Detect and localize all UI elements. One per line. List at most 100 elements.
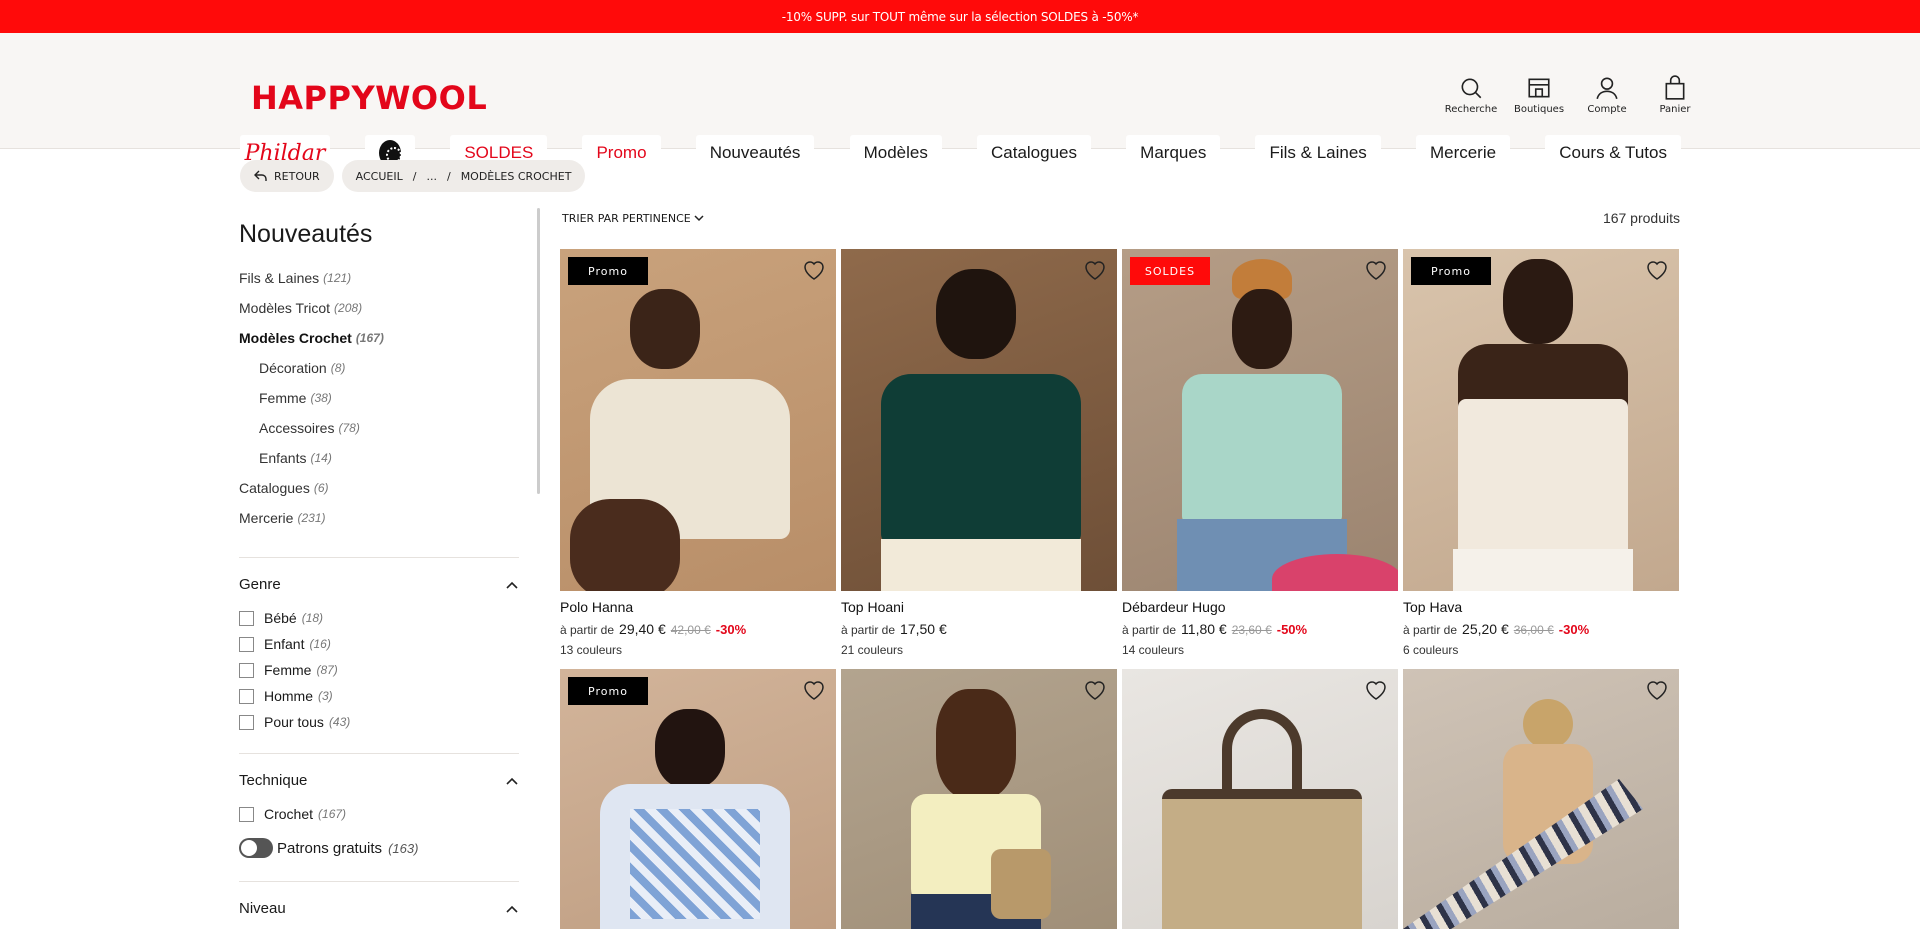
search-action[interactable]: Recherche xyxy=(1444,75,1498,115)
sort-dropdown[interactable]: TRIER PAR PERTINENCE xyxy=(562,210,704,226)
category-enfants[interactable]: Enfants (14) xyxy=(239,443,519,473)
category-modeles-crochet[interactable]: Modèles Crochet (167) xyxy=(239,323,519,353)
product-name[interactable]: Top Hoani xyxy=(841,599,1117,615)
sidebar-title: Nouveautés xyxy=(239,220,373,248)
heart-icon[interactable] xyxy=(1083,259,1107,281)
category-fils-laines[interactable]: Fils & Laines (121) xyxy=(239,263,519,293)
store-icon xyxy=(1528,78,1550,98)
heart-icon[interactable] xyxy=(1364,679,1388,701)
category-modeles-tricot[interactable]: Modèles Tricot (208) xyxy=(239,293,519,323)
filter-niveau-header[interactable]: Niveau xyxy=(239,900,519,917)
category-femme[interactable]: Femme (38) xyxy=(239,383,519,413)
product-card[interactable]: Promo Polo Hanna à partir de 29,40 €42,00… xyxy=(560,249,836,657)
product-card[interactable]: Promo xyxy=(560,669,836,929)
product-card[interactable] xyxy=(1122,669,1398,929)
filter-genre: Genre Bébé (18) Enfant (16) Femme (87) Homm… xyxy=(239,557,519,735)
product-colors: 13 couleurs xyxy=(560,643,623,657)
product-price: à partir de 17,50 € xyxy=(841,621,947,637)
product-colors: 21 couleurs xyxy=(841,643,904,657)
chevron-up-icon xyxy=(506,777,518,785)
breadcrumb-current: MODÈLES CROCHET xyxy=(460,169,572,183)
account-action[interactable]: Compte xyxy=(1582,75,1632,115)
category-accessoires[interactable]: Accessoires (78) xyxy=(239,413,519,443)
chevron-up-icon xyxy=(506,905,518,913)
breadcrumb-separator: / xyxy=(412,169,417,183)
filter-genre-header[interactable]: Genre xyxy=(239,576,519,593)
heart-icon[interactable] xyxy=(1645,679,1669,701)
nav-item-catalogues[interactable]: Catalogues xyxy=(977,135,1092,171)
heart-icon[interactable] xyxy=(1645,259,1669,281)
filter-technique-header[interactable]: Technique xyxy=(239,772,519,789)
search-label: Recherche xyxy=(1444,104,1498,115)
checkbox-pour-tous[interactable]: Pour tous (43) xyxy=(239,709,519,735)
breadcrumb-ellipsis[interactable]: ... xyxy=(426,170,437,183)
category-decoration[interactable]: Décoration (8) xyxy=(239,353,519,383)
product-image[interactable] xyxy=(841,249,1117,591)
chevron-up-icon xyxy=(506,581,518,589)
checkbox-femme[interactable]: Femme (87) xyxy=(239,657,519,683)
stores-action[interactable]: Boutiques xyxy=(1514,75,1564,115)
cart-label: Panier xyxy=(1659,104,1691,115)
promo-badge: Promo xyxy=(568,257,648,285)
heart-icon[interactable] xyxy=(1083,679,1107,701)
category-catalogues[interactable]: Catalogues (6) xyxy=(239,473,519,503)
bag-icon xyxy=(1665,75,1685,100)
promo-badge: Promo xyxy=(1411,257,1491,285)
product-image[interactable]: Promo xyxy=(560,249,836,591)
nav-item-cours-tutos[interactable]: Cours & Tutos xyxy=(1545,135,1681,171)
product-card[interactable]: Top Hoani à partir de 17,50 € 21 couleurs xyxy=(841,249,1117,657)
chevron-down-icon xyxy=(694,215,704,222)
user-icon xyxy=(1596,77,1618,100)
product-name[interactable]: Top Hava xyxy=(1403,599,1679,615)
product-price: à partir de 25,20 €36,00 € -30% xyxy=(1403,621,1590,637)
nav-item-modeles[interactable]: Modèles xyxy=(849,135,942,171)
product-card[interactable] xyxy=(1403,669,1679,929)
back-arrow-icon xyxy=(254,170,267,181)
site-header: HAPPYWOOL Recherche Boutiques Compte Pan… xyxy=(0,33,1920,171)
product-name[interactable]: Polo Hanna xyxy=(560,599,836,615)
product-image[interactable] xyxy=(1122,669,1398,929)
category-mercerie[interactable]: Mercerie (231) xyxy=(239,503,519,533)
nav-item-marques[interactable]: Marques xyxy=(1126,135,1221,171)
checkbox-homme[interactable]: Homme (3) xyxy=(239,683,519,709)
sidebar-scrollbar[interactable] xyxy=(537,208,540,494)
product-card[interactable]: Promo Top Hava à partir de 25,20 €36,00 €… xyxy=(1403,249,1679,657)
product-card[interactable]: SOLDES Débardeur Hugo à partir de 11,80 €… xyxy=(1122,249,1398,657)
nav-item-promo[interactable]: Promo xyxy=(582,135,661,171)
product-count: 167 produits xyxy=(1602,210,1680,226)
stores-label: Boutiques xyxy=(1513,104,1565,115)
product-image[interactable]: Promo xyxy=(1403,249,1679,591)
nav-item-mercerie[interactable]: Mercerie xyxy=(1415,135,1511,171)
product-grid: Promo Polo Hanna à partir de 29,40 €42,00… xyxy=(560,249,1680,929)
filter-niveau: Niveau xyxy=(239,881,519,917)
search-icon xyxy=(1461,78,1482,99)
checkbox-crochet[interactable]: Crochet (167) xyxy=(239,801,519,827)
back-button[interactable]: RETOUR xyxy=(240,160,334,192)
promo-banner[interactable]: -10% SUPP. sur TOUT même sur la sélectio… xyxy=(0,0,1920,33)
breadcrumb-home[interactable]: ACCUEIL xyxy=(356,170,403,183)
product-card[interactable] xyxy=(841,669,1117,929)
heart-icon[interactable] xyxy=(802,679,826,701)
promo-badge: Promo xyxy=(568,677,648,705)
toggle-patrons-gratuits[interactable]: Patrons gratuits (163) xyxy=(239,833,519,863)
product-image[interactable]: Promo xyxy=(560,669,836,929)
product-image[interactable]: SOLDES xyxy=(1122,249,1398,591)
product-name[interactable]: Débardeur Hugo xyxy=(1122,599,1398,615)
breadcrumb-separator: / xyxy=(446,169,451,183)
product-colors: 6 couleurs xyxy=(1403,643,1459,657)
sort-bar: TRIER PAR PERTINENCE 167 produits xyxy=(562,210,1680,226)
product-image[interactable] xyxy=(841,669,1117,929)
heart-icon[interactable] xyxy=(802,259,826,281)
logo[interactable]: HAPPYWOOL xyxy=(251,79,487,117)
filter-technique: Technique Crochet (167) Patrons gratuits(… xyxy=(239,753,519,863)
heart-icon[interactable] xyxy=(1364,259,1388,281)
checkbox-enfant[interactable]: Enfant (16) xyxy=(239,631,519,657)
cart-action[interactable]: Panier xyxy=(1650,75,1700,115)
header-actions: Recherche Boutiques Compte Panier xyxy=(1444,75,1700,115)
checkbox-bebe[interactable]: Bébé (18) xyxy=(239,605,519,631)
soldes-badge: SOLDES xyxy=(1130,257,1210,285)
nav-item-nouveautes[interactable]: Nouveautés xyxy=(695,135,815,171)
product-image[interactable] xyxy=(1403,669,1679,929)
filter-sidebar: Nouveautés Fils & Laines (121) Modèles Tr… xyxy=(239,220,519,929)
nav-item-fils-laines[interactable]: Fils & Laines xyxy=(1255,135,1381,171)
